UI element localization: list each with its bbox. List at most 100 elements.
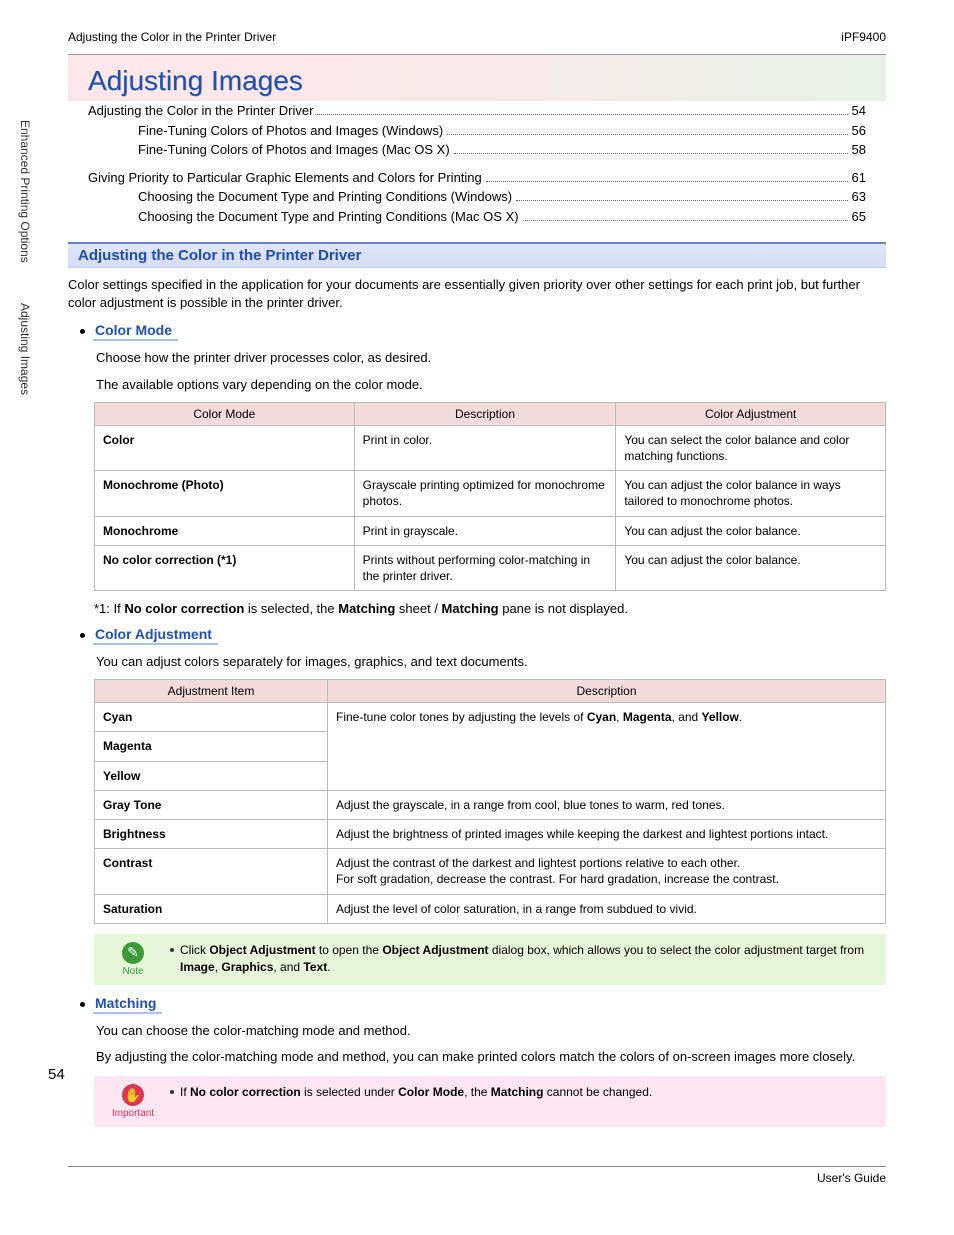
text: . bbox=[327, 960, 330, 974]
text: Magenta bbox=[623, 710, 672, 724]
header-left: Adjusting the Color in the Printer Drive… bbox=[68, 30, 276, 44]
cell: Grayscale printing optimized for monochr… bbox=[354, 471, 616, 516]
table-header: Color Adjustment bbox=[616, 402, 886, 425]
table-row: ColorPrint in color.You can select the c… bbox=[95, 425, 886, 470]
text: Matching bbox=[338, 601, 395, 616]
page-footer: User's Guide bbox=[68, 1166, 886, 1185]
cell: Saturation bbox=[95, 894, 328, 923]
cell: Brightness bbox=[95, 820, 328, 849]
table-row: Cyan Fine-tune color tones by adjusting … bbox=[95, 703, 886, 732]
body-text: You can choose the color-matching mode a… bbox=[96, 1022, 886, 1040]
bullet-icon bbox=[80, 633, 85, 638]
body-text: You can adjust colors separately for ima… bbox=[96, 653, 886, 671]
toc-page: 56 bbox=[852, 121, 866, 141]
page-number: 54 bbox=[48, 1066, 65, 1083]
toc-item[interactable]: Choosing the Document Type and Printing … bbox=[116, 187, 866, 207]
important-label: Important bbox=[106, 1108, 160, 1119]
breadcrumb-level2[interactable]: Adjusting Images bbox=[18, 303, 32, 395]
cell: Fine-tune color tones by adjusting the l… bbox=[328, 703, 886, 791]
chapter-title: Adjusting Images bbox=[88, 65, 866, 97]
important-icon: ✋ bbox=[122, 1084, 144, 1106]
toc-label: Fine-Tuning Colors of Photos and Images … bbox=[138, 121, 443, 141]
text: No color correction bbox=[190, 1085, 301, 1099]
cell: Color bbox=[95, 425, 355, 470]
table-row: BrightnessAdjust the brightness of print… bbox=[95, 820, 886, 849]
cell: Adjust the brightness of printed images … bbox=[328, 820, 886, 849]
color-adjustment-table: Adjustment Item Description Cyan Fine-tu… bbox=[94, 679, 886, 924]
text: Click bbox=[180, 943, 209, 957]
toc-item[interactable]: Adjusting the Color in the Printer Drive… bbox=[88, 101, 866, 121]
cell: Adjust the grayscale, in a range from co… bbox=[328, 790, 886, 819]
text: , the bbox=[464, 1085, 491, 1099]
toc-page: 61 bbox=[852, 168, 866, 188]
subsection-heading: Color Mode bbox=[80, 322, 886, 341]
note-callout: ✎ Note Click Object Adjustment to open t… bbox=[94, 934, 886, 985]
note-icon: ✎ bbox=[122, 942, 144, 964]
toc-item[interactable]: Fine-Tuning Colors of Photos and Images … bbox=[116, 121, 866, 141]
text: Matching bbox=[491, 1085, 544, 1099]
table-row: No color correction (*1)Prints without p… bbox=[95, 545, 886, 590]
subsection-title: Matching bbox=[93, 995, 162, 1014]
table-row: SaturationAdjust the level of color satu… bbox=[95, 894, 886, 923]
text: is selected under bbox=[301, 1085, 398, 1099]
toc-leader bbox=[523, 220, 848, 221]
table-header: Description bbox=[328, 680, 886, 703]
cell: You can adjust the color balance in ways… bbox=[616, 471, 886, 516]
subsection-heading: Matching bbox=[80, 995, 886, 1014]
toc-item[interactable]: Giving Priority to Particular Graphic El… bbox=[88, 168, 866, 188]
text: pane is not displayed. bbox=[499, 601, 628, 616]
toc-label: Choosing the Document Type and Printing … bbox=[138, 187, 512, 207]
header-right: iPF9400 bbox=[841, 30, 886, 44]
cell: Adjust the contrast of the darkest and l… bbox=[328, 849, 886, 894]
text: , bbox=[616, 710, 623, 724]
text: Object Adjustment bbox=[382, 943, 488, 957]
toc-page: 65 bbox=[852, 207, 866, 227]
cell: Cyan bbox=[95, 703, 328, 732]
text: Object Adjustment bbox=[209, 943, 315, 957]
cell: Prints without performing color-matching… bbox=[354, 545, 616, 590]
toc-label: Choosing the Document Type and Printing … bbox=[138, 207, 519, 227]
body-text: Choose how the printer driver processes … bbox=[96, 349, 886, 367]
toc-item[interactable]: Fine-Tuning Colors of Photos and Images … bbox=[116, 140, 866, 160]
subsection-title: Color Adjustment bbox=[93, 626, 218, 645]
toc-item[interactable]: Choosing the Document Type and Printing … bbox=[116, 207, 866, 227]
cell: Monochrome (Photo) bbox=[95, 471, 355, 516]
body-text: The available options vary depending on … bbox=[96, 376, 886, 394]
toc-leader bbox=[486, 181, 848, 182]
table-row: MonochromePrint in grayscale.You can adj… bbox=[95, 516, 886, 545]
footnote: *1: If No color correction is selected, … bbox=[94, 601, 886, 616]
chapter-title-bar: Adjusting Images bbox=[68, 54, 886, 101]
text: Yellow bbox=[702, 710, 739, 724]
text: is selected, the bbox=[244, 601, 338, 616]
text: Color Mode bbox=[398, 1085, 464, 1099]
text: to open the bbox=[316, 943, 383, 957]
cell: Monochrome bbox=[95, 516, 355, 545]
toc-leader bbox=[516, 200, 847, 201]
section-header-bar: Adjusting the Color in the Printer Drive… bbox=[68, 242, 886, 268]
table-row: ContrastAdjust the contrast of the darke… bbox=[95, 849, 886, 894]
cell: Print in grayscale. bbox=[354, 516, 616, 545]
cell: Yellow bbox=[95, 761, 328, 790]
text: Text bbox=[303, 960, 327, 974]
cell: Print in color. bbox=[354, 425, 616, 470]
text: *1: If bbox=[94, 601, 124, 616]
toc-label: Adjusting the Color in the Printer Drive… bbox=[88, 101, 313, 121]
toc-leader bbox=[447, 134, 847, 135]
table-row: Gray ToneAdjust the grayscale, in a rang… bbox=[95, 790, 886, 819]
breadcrumb-level1[interactable]: Enhanced Printing Options bbox=[18, 120, 32, 263]
cell: You can select the color balance and col… bbox=[616, 425, 886, 470]
toc-leader bbox=[454, 153, 848, 154]
important-text: If No color correction is selected under… bbox=[180, 1084, 652, 1101]
table-header: Description bbox=[354, 402, 616, 425]
toc-page: 63 bbox=[852, 187, 866, 207]
bullet-icon bbox=[80, 329, 85, 334]
text: . bbox=[739, 710, 742, 724]
bullet-icon bbox=[80, 1002, 85, 1007]
cell: No color correction (*1) bbox=[95, 545, 355, 590]
toc-label: Fine-Tuning Colors of Photos and Images … bbox=[138, 140, 450, 160]
cell: Gray Tone bbox=[95, 790, 328, 819]
body-text: By adjusting the color-matching mode and… bbox=[96, 1048, 886, 1066]
table-row: Monochrome (Photo)Grayscale printing opt… bbox=[95, 471, 886, 516]
text: dialog box, which allows you to select t… bbox=[489, 943, 865, 957]
note-text: Click Object Adjustment to open the Obje… bbox=[180, 942, 874, 977]
